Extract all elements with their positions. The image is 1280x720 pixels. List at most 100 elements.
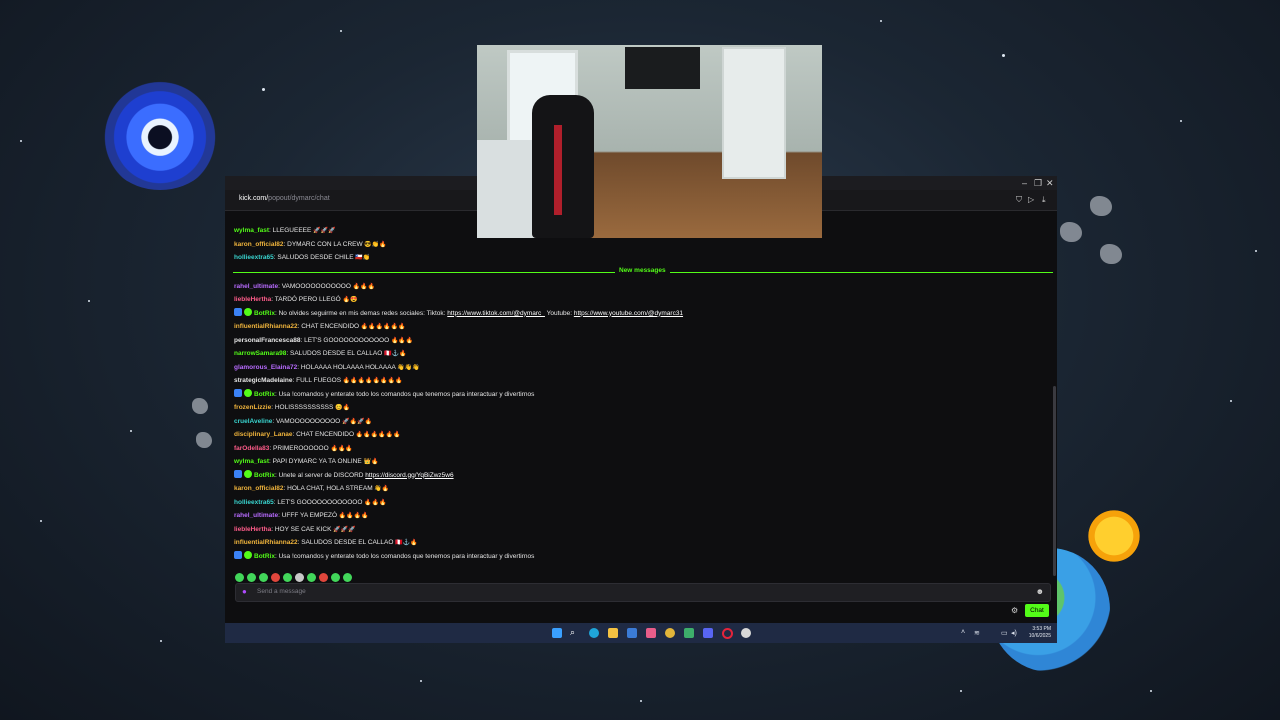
mic-icon[interactable]: ● [242, 587, 247, 596]
chat-username[interactable]: hollieextra65 [234, 254, 274, 261]
emoji-picker-icon[interactable]: ☻ [1036, 587, 1044, 596]
chat-text: HOY SE CAE KICK [274, 525, 332, 533]
vortex-decoration [100, 80, 220, 190]
chat-username[interactable]: BotRix [254, 472, 275, 479]
play-icon[interactable]: ▷ [1028, 195, 1034, 204]
chat-username[interactable]: influentialRhianna22 [234, 323, 298, 330]
chat-username[interactable]: hollieextra65 [234, 499, 274, 506]
chat-message: wylma_fast: PAPI DYMARC YA TA ONLINE 👑🔥 [233, 455, 1053, 469]
chat-emotes: 🇨🇱👏 [355, 255, 371, 261]
chat-link[interactable]: https://www.youtube.com/@dymarc31 [574, 310, 683, 317]
chat-message: hollieextra65: LET'S GOOOOOOOOOOOO 🔥🔥🔥 [233, 496, 1053, 510]
asteroid [1060, 222, 1082, 242]
chat-emotes: 🔥🔥🔥 [352, 283, 376, 290]
chat-username[interactable]: wylma_fast [234, 227, 269, 234]
chat-text: Unete al server de DISCORD [278, 471, 366, 479]
room-tv [625, 47, 700, 89]
asteroid [1090, 196, 1112, 216]
emote-icon[interactable] [343, 573, 352, 582]
sun-decoration [1084, 506, 1144, 566]
photos-icon[interactable] [646, 628, 656, 638]
edge-icon[interactable] [589, 628, 599, 638]
gaming-chair [532, 95, 594, 238]
emote-icon[interactable] [271, 573, 280, 582]
network-icon[interactable]: ≋ [974, 629, 980, 637]
chat-message: liebleHertha: TARDÓ PERO LLEGÓ 🔥😍 [233, 293, 1053, 307]
emote-icon[interactable] [295, 573, 304, 582]
chat-username[interactable]: liebleHertha [234, 296, 271, 303]
verified-badge-icon [244, 550, 252, 559]
search-icon[interactable]: ⌕ [570, 627, 580, 637]
taskbar-clock[interactable]: 3:53 PM 10/6/2025 [1029, 626, 1051, 640]
bot-badge-icon [234, 469, 242, 478]
chat-text: SALUDOS DESDE CHILE [277, 254, 354, 261]
url-text[interactable]: kick.com/popout/dymarc/chat [239, 195, 330, 202]
chat-link[interactable]: https://discord.gg/YqBiZwz5w6 [365, 472, 453, 479]
emote-icon[interactable] [283, 573, 292, 582]
bot-badge-icon [234, 388, 242, 397]
chat-username[interactable]: influentialRhianna22 [234, 539, 298, 546]
chat-username[interactable]: rahel_ultimate [234, 283, 278, 290]
chat-text: HOLAAAA HOLAAAA HOLAAAA [300, 363, 396, 371]
minimize-icon[interactable]: – [1022, 177, 1027, 189]
chat-message: personalFrancesca88: LET'S GOOOOOOOOOOOO… [233, 334, 1053, 348]
chat-emotes: 🔥🔥🔥🔥🔥🔥 [355, 432, 401, 438]
chat-username[interactable]: narrowSamara98 [234, 350, 286, 357]
chat-username[interactable]: farOdella83 [234, 445, 269, 452]
bot-badge-icon [234, 550, 242, 559]
close-icon[interactable]: ✕ [1046, 177, 1054, 189]
windows-taskbar: ⌕ ˄ ≋ ▭ ◂) 3:53 PM 10/6/2025 [225, 623, 1057, 643]
chat-text: VAMOOOOOOOOOOO [281, 282, 351, 290]
chat-emotes: 🚀🚀🚀 [313, 228, 336, 234]
chat-username[interactable]: BotRix [254, 553, 275, 560]
volume-icon[interactable]: ◂) [1011, 629, 1017, 637]
emote-icon[interactable] [259, 573, 268, 582]
emote-icon[interactable] [331, 573, 340, 582]
opera-icon[interactable] [722, 628, 733, 639]
chat-username[interactable]: karon_official82 [234, 485, 284, 492]
obs-icon[interactable] [741, 628, 751, 638]
download-icon[interactable]: ⤓ [1042, 195, 1046, 205]
chat-link[interactable]: https://www.tiktok.com/@dymarc_ [447, 310, 545, 317]
settings-gear-icon[interactable]: ⚙ [1011, 606, 1018, 615]
chrome-icon[interactable] [665, 628, 675, 638]
chat-username[interactable]: liebleHertha [234, 526, 271, 533]
chat-username[interactable]: BotRix [254, 310, 275, 317]
chat-message: BotRix: Unete al server de DISCORD https… [233, 469, 1053, 483]
chat-username[interactable]: glamorous_Elaina72 [234, 364, 297, 371]
folder-icon[interactable] [608, 628, 618, 638]
emote-icon[interactable] [307, 573, 316, 582]
message-input[interactable]: ● Send a message ☻ [235, 583, 1051, 602]
chat-text: VAMOOOOOOOOOO [276, 417, 341, 425]
chat-username[interactable]: rahel_ultimate [234, 512, 278, 519]
start-icon[interactable] [552, 628, 562, 638]
display-icon[interactable]: ▭ [1001, 629, 1008, 637]
discord-icon[interactable] [703, 628, 713, 638]
asteroid [196, 432, 212, 448]
chat-text: PAPI DYMARC YA TA ONLINE [272, 458, 362, 465]
chat-emotes: 🔥🔥🔥🔥🔥🔥 [360, 324, 406, 330]
chat-scrollbar[interactable] [1053, 386, 1056, 576]
chat-username[interactable]: cruelAveline [234, 418, 272, 425]
emote-icon[interactable] [319, 573, 328, 582]
chat-username[interactable]: karon_official82 [234, 241, 284, 248]
chat-username[interactable]: strategicMadelaine [234, 377, 293, 384]
chat-username[interactable]: disciplinary_Lanae [234, 431, 293, 438]
chat-username[interactable]: personalFrancesca88 [234, 337, 300, 344]
chat-username[interactable]: BotRix [254, 391, 275, 398]
store-icon[interactable] [627, 628, 637, 638]
explorer-icon[interactable] [684, 628, 694, 638]
chat-text: Youtube: [544, 309, 574, 317]
chat-username[interactable]: frozenLizzie [234, 404, 271, 411]
maximize-icon[interactable]: ❐ [1034, 177, 1042, 189]
emote-icon[interactable] [247, 573, 256, 582]
emote-icon[interactable] [235, 573, 244, 582]
chat-username[interactable]: wylma_fast [234, 458, 269, 465]
chat-emotes: 👑🔥 [363, 459, 379, 465]
send-chat-button[interactable]: Chat [1025, 604, 1049, 617]
chat-message: rahel_ultimate: UFFF YA EMPEZÓ 🔥🔥🔥🔥 [233, 509, 1053, 523]
verified-badge-icon [244, 388, 252, 397]
chevron-up-icon[interactable]: ˄ [961, 629, 965, 636]
shield-icon[interactable]: ⛉ [1016, 195, 1022, 205]
chat-message: BotRix: Usa !comandos y enterate todo lo… [233, 550, 1053, 564]
